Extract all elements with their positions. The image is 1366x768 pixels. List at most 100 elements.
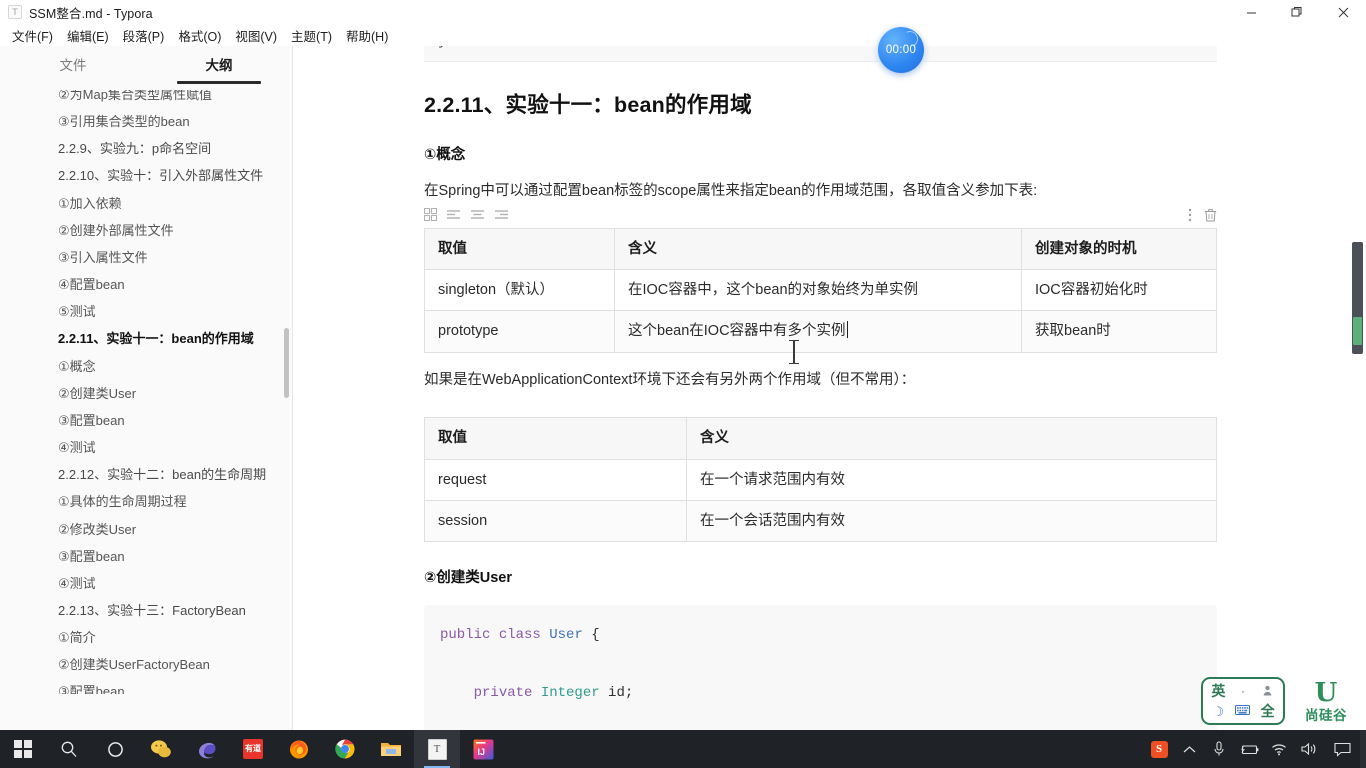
align-right-icon[interactable] xyxy=(494,208,509,221)
editor-scrollbar-track[interactable] xyxy=(1348,46,1366,730)
outline-item[interactable]: ①简介 xyxy=(0,624,292,651)
align-center-icon[interactable] xyxy=(470,208,485,221)
table1-r1c1[interactable]: 这个bean在IOC容器中有多个实例 xyxy=(614,310,1022,353)
table-row[interactable]: singleton（默认） 在IOC容器中，这个bean的对象始终为单实例 IO… xyxy=(424,269,1217,312)
outline-item[interactable]: 2.2.13、实验十三：FactoryBean xyxy=(0,597,292,624)
taskbar-app-youdao[interactable]: 有道 xyxy=(230,730,276,768)
outline-item[interactable]: ④测试 xyxy=(0,434,292,461)
outline-item[interactable]: ③配置bean xyxy=(0,543,292,570)
table2-r0c0[interactable]: request xyxy=(424,458,687,501)
tray-notifications[interactable] xyxy=(1324,730,1360,768)
menu-view[interactable]: 视图(V) xyxy=(228,24,284,47)
ime-mode-label[interactable]: 英 xyxy=(1211,684,1225,698)
menu-file[interactable]: 文件(F) xyxy=(5,24,60,47)
person-icon[interactable] xyxy=(1262,685,1273,698)
cortana-button[interactable] xyxy=(92,730,138,768)
outline-item[interactable]: ④测试 xyxy=(0,570,292,597)
outline-item[interactable]: 2.2.9、实验九：p命名空间 xyxy=(0,135,292,162)
taskbar-app-explorer[interactable] xyxy=(368,730,414,768)
ime-width-toggle[interactable]: 全 xyxy=(1261,704,1275,718)
ime-floating-bar[interactable]: 英 · ☽ 全 xyxy=(1201,677,1285,725)
outline-item[interactable]: ②创建类UserFactoryBean xyxy=(0,651,292,678)
table2-r1c1[interactable]: 在一个会话范围内有效 xyxy=(686,499,1217,543)
outline-item[interactable]: ②创建外部属性文件 xyxy=(0,217,292,244)
tray-sogou-ime[interactable]: S xyxy=(1144,730,1174,768)
svg-text:IJ: IJ xyxy=(477,747,485,757)
show-desktop-button[interactable] xyxy=(1360,730,1366,768)
more-vertical-icon[interactable] xyxy=(1188,208,1192,222)
table2-r1c0[interactable]: session xyxy=(424,499,687,543)
table-row[interactable]: session 在一个会话范围内有效 xyxy=(424,499,1217,543)
outline-list[interactable]: ②为Map集合类型属性赋值 ③引用集合类型的bean 2.2.9、实验九：p命名空间… xyxy=(0,90,292,694)
window-title: SSM整合.md - Typora xyxy=(29,6,153,21)
code-block-user-class[interactable]: public class User { private Integer id; … xyxy=(424,605,1217,730)
keyboard-icon[interactable] xyxy=(1235,704,1251,718)
minimize-button[interactable] xyxy=(1228,0,1274,24)
taskbar-app-firefox[interactable] xyxy=(276,730,322,768)
table2-header-1: 含义 xyxy=(686,417,1217,460)
table-row[interactable]: request 在一个请求范围内有效 xyxy=(424,458,1217,501)
outline-item[interactable]: ①具体的生命周期过程 xyxy=(0,488,292,515)
table1-r0c0[interactable]: singleton（默认） xyxy=(424,269,615,312)
outline-item[interactable]: ③配置bean xyxy=(0,407,292,434)
trash-icon[interactable] xyxy=(1204,208,1217,222)
outline-item[interactable]: ②修改类User xyxy=(0,516,292,543)
editor-scrollbar-thumb[interactable] xyxy=(1352,242,1363,354)
scope-table[interactable]: 取值 含义 创建对象的时机 singleton（默认） 在IOC容器中，这个be… xyxy=(424,227,1217,353)
maximize-button[interactable] xyxy=(1274,0,1320,24)
typora-icon: T xyxy=(427,738,447,760)
tab-outline[interactable]: 大纲 xyxy=(146,54,292,84)
tray-microphone[interactable] xyxy=(1204,730,1234,768)
table2-r0c1[interactable]: 在一个请求范围内有效 xyxy=(686,458,1217,501)
code-block-tail: } xyxy=(424,46,1217,62)
outline-item[interactable]: ②为Map集合类型属性赋值 xyxy=(0,90,292,108)
chevron-up-icon xyxy=(1183,745,1195,752)
system-tray: S xyxy=(1144,730,1366,768)
search-button[interactable] xyxy=(46,730,92,768)
ime-punctuation-icon[interactable]: · xyxy=(1241,685,1245,697)
outline-item[interactable]: ④配置bean xyxy=(0,271,292,298)
taskbar-app-edge[interactable] xyxy=(184,730,230,768)
outline-item[interactable]: 2.2.11、实验十一：bean的作用域 xyxy=(0,325,292,352)
tab-files[interactable]: 文件 xyxy=(0,54,146,84)
web-scope-table[interactable]: 取值 含义 request 在一个请求范围内有效 session 在一个会话范围… xyxy=(424,417,1217,543)
outline-item[interactable]: 2.2.12、实验十二：bean的生命周期 xyxy=(0,461,292,488)
taskbar-app-wechat[interactable] xyxy=(138,730,184,768)
close-button[interactable] xyxy=(1320,0,1366,24)
menu-help[interactable]: 帮助(H) xyxy=(339,24,395,47)
table1-r0c2[interactable]: IOC容器初始化时 xyxy=(1021,269,1217,312)
editor-area[interactable]: } 2.2.11、实验十一：bean的作用域 ①概念 在Spring中可以通过配… xyxy=(293,46,1348,730)
typora-window: T SSM整合.md - Typora 文件(F) 编辑(E) 段落(P) 格式… xyxy=(0,0,1366,768)
taskbar-app-idea[interactable]: IJ xyxy=(460,730,506,768)
align-left-icon[interactable] xyxy=(446,208,461,221)
tray-battery[interactable] xyxy=(1234,730,1264,768)
outline-item[interactable]: ③配置bean xyxy=(0,678,292,694)
tray-volume[interactable] xyxy=(1294,730,1324,768)
recording-timer-badge[interactable]: 00:00 xyxy=(878,27,924,73)
taskbar-app-chrome[interactable] xyxy=(322,730,368,768)
outline-item[interactable]: ⑤测试 xyxy=(0,298,292,325)
moon-icon[interactable]: ☽ xyxy=(1213,705,1225,718)
table-row[interactable]: prototype 这个bean在IOC容器中有多个实例 获取bean时 xyxy=(424,310,1217,353)
taskbar-app-typora[interactable]: T xyxy=(414,730,460,768)
sidebar-scrollbar[interactable] xyxy=(284,328,289,398)
menu-theme[interactable]: 主题(T) xyxy=(284,24,339,47)
tray-show-hidden[interactable] xyxy=(1174,730,1204,768)
menu-paragraph[interactable]: 段落(P) xyxy=(116,24,172,47)
menu-edit[interactable]: 编辑(E) xyxy=(60,24,116,47)
menu-format[interactable]: 格式(O) xyxy=(171,24,228,47)
table1-r0c1[interactable]: 在IOC容器中，这个bean的对象始终为单实例 xyxy=(614,269,1022,312)
start-button[interactable] xyxy=(0,730,46,768)
table1-r1c0[interactable]: prototype xyxy=(424,310,615,353)
table1-r1c2[interactable]: 获取bean时 xyxy=(1021,310,1217,353)
folder-icon xyxy=(381,743,401,756)
tray-network[interactable] xyxy=(1264,730,1294,768)
table-grid-icon[interactable] xyxy=(424,208,437,222)
outline-item[interactable]: ①加入依赖 xyxy=(0,190,292,217)
outline-item[interactable]: ②创建类User xyxy=(0,380,292,407)
outline-item[interactable]: ③引用集合类型的bean xyxy=(0,108,292,135)
outline-item[interactable]: ③引入属性文件 xyxy=(0,244,292,271)
outline-item[interactable]: ①概念 xyxy=(0,353,292,380)
outline-item[interactable]: 2.2.10、实验十：引入外部属性文件 xyxy=(0,162,292,189)
chrome-icon xyxy=(335,739,355,759)
